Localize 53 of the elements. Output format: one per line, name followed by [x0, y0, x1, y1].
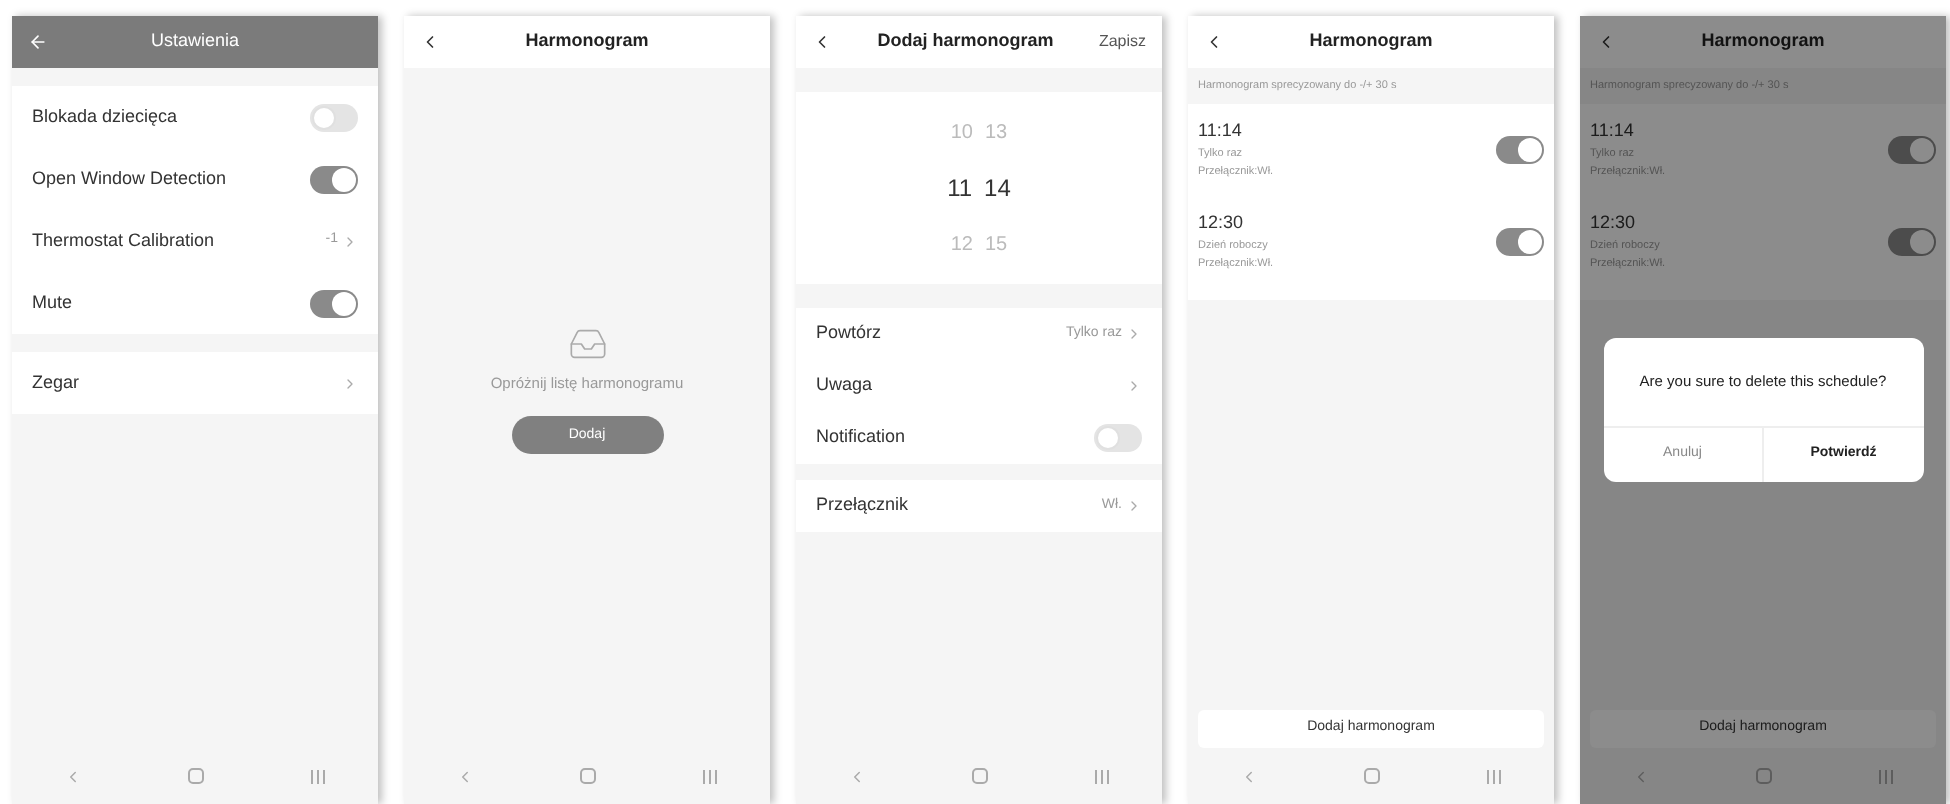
schedule-time: 11:14 — [1590, 118, 1636, 145]
home-nav-icon[interactable] — [1363, 768, 1380, 784]
settings-row[interactable]: Zegar — [12, 352, 378, 414]
toggle-switch[interactable] — [1094, 424, 1142, 452]
toggle-switch[interactable] — [1496, 136, 1544, 164]
toggle-switch[interactable] — [1888, 228, 1936, 256]
row-label: Mute — [32, 289, 73, 316]
row-label: Open Window Detection — [32, 165, 227, 192]
back-arrow-icon[interactable] — [28, 32, 48, 52]
minute-option[interactable]: 14 — [984, 170, 1011, 206]
home-nav-icon[interactable] — [1755, 768, 1772, 784]
toggle-switch[interactable] — [310, 103, 358, 131]
recent-apps-icon[interactable] — [309, 769, 326, 783]
row-label: Uwaga — [816, 372, 873, 399]
screen-title: Harmonogram — [1699, 28, 1827, 55]
screen-title: Harmonogram — [523, 28, 651, 55]
settings-row[interactable]: Uwaga — [796, 360, 1162, 412]
row-label: Zegar — [32, 369, 80, 396]
toggle-switch[interactable] — [310, 165, 358, 193]
home-nav-icon[interactable] — [971, 768, 988, 784]
recent-apps-icon[interactable] — [701, 769, 718, 783]
home-nav-icon[interactable] — [187, 768, 204, 784]
toggle-switch[interactable] — [1888, 136, 1936, 164]
row-label: Blokada dziecięca — [32, 103, 178, 130]
recent-apps-icon[interactable] — [1877, 769, 1894, 783]
screen-title: Harmonogram — [1307, 28, 1435, 55]
chevron-right-icon — [342, 375, 358, 391]
schedule-time: 12:30 — [1198, 210, 1246, 237]
row-label: Thermostat Calibration — [32, 227, 215, 254]
home-nav-icon[interactable] — [579, 768, 596, 784]
chevron-right-icon — [342, 233, 358, 249]
row-label: Powtórz — [816, 320, 882, 347]
recent-apps-icon[interactable] — [1093, 769, 1110, 783]
toggle-switch[interactable] — [310, 289, 358, 317]
recent-apps-icon[interactable] — [1485, 769, 1502, 783]
screen-title: Ustawienia — [148, 28, 242, 55]
screen-title: Dodaj harmonogram — [875, 28, 1056, 55]
time-picker[interactable]: 10 13 11 14 12 15 — [796, 92, 1162, 284]
chevron-right-icon — [1126, 498, 1142, 514]
row-label: Przełącznik — [816, 492, 909, 519]
schedule-time: 11:14 — [1198, 118, 1244, 145]
save-button[interactable]: Zapisz — [1098, 30, 1146, 54]
empty-tray-icon — [567, 324, 607, 364]
toggle-switch[interactable] — [1496, 228, 1544, 256]
row-label: Notification — [816, 424, 906, 451]
hour-option[interactable]: 11 — [947, 170, 973, 206]
settings-row[interactable]: Mute — [12, 272, 378, 334]
settings-row[interactable]: Notification — [796, 412, 1162, 464]
settings-row[interactable]: Open Window Detection — [12, 148, 378, 210]
settings-row[interactable]: Blokada dziecięca — [12, 86, 378, 148]
chevron-right-icon — [1126, 326, 1142, 342]
schedule-time: 12:30 — [1590, 210, 1638, 237]
chevron-right-icon — [1126, 378, 1142, 394]
